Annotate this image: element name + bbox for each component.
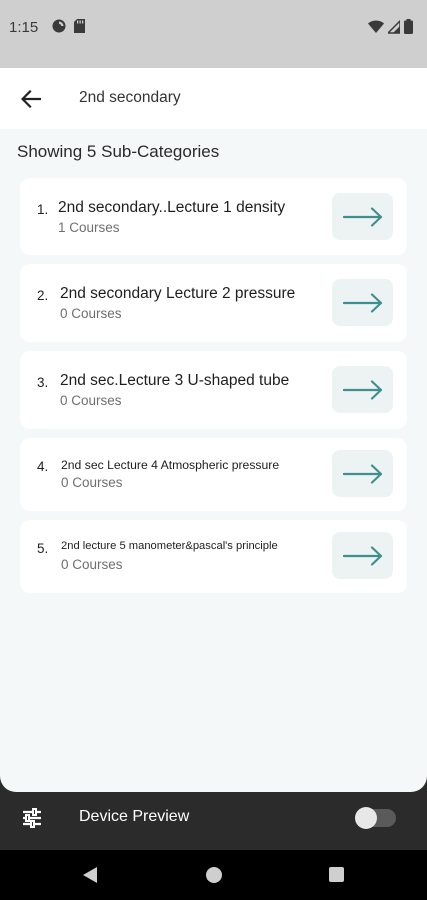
nav-home-icon[interactable] — [206, 867, 222, 883]
nav-recents-icon[interactable] — [329, 867, 344, 882]
list-item[interactable]: 2. 2nd secondary Lecture 2 pressure 0 Co… — [20, 264, 407, 342]
item-number: 3. — [37, 375, 49, 390]
list-item[interactable]: 1. 2nd secondary..Lecture 1 density 1 Co… — [20, 178, 407, 255]
item-title: 2nd sec Lecture 4 Atmospheric pressure — [61, 458, 280, 472]
toggle-knob — [355, 807, 377, 829]
item-number: 4. — [37, 459, 49, 474]
status-bar: 1:15 — [0, 0, 427, 68]
system-nav-bar — [0, 850, 427, 900]
battery-icon — [404, 19, 413, 34]
arrow-forward-icon — [342, 545, 382, 566]
item-number: 1. — [37, 202, 49, 217]
arrow-forward-icon — [342, 292, 382, 313]
wifi-icon — [368, 19, 384, 33]
arrow-forward-icon — [342, 379, 382, 400]
open-item-button[interactable] — [332, 366, 393, 413]
item-title: 2nd secondary Lecture 2 pressure — [60, 285, 296, 302]
device-preview-bar: Device Preview — [0, 792, 427, 844]
item-title: 2nd secondary..Lecture 1 density — [58, 199, 286, 216]
open-item-button[interactable] — [332, 193, 393, 240]
subcategory-count-heading: Showing 5 Sub-Categories — [17, 142, 220, 161]
item-number: 2. — [37, 288, 49, 303]
open-item-button[interactable] — [332, 450, 393, 497]
device-preview-label: Device Preview — [79, 808, 190, 825]
app-screen: 2nd secondary Showing 5 Sub-Categories 1… — [0, 68, 427, 792]
arrow-forward-icon — [342, 206, 382, 227]
item-course-count: 1 Courses — [58, 220, 120, 235]
page-title: 2nd secondary — [79, 89, 181, 106]
arrow-forward-icon — [342, 463, 382, 484]
open-item-button[interactable] — [332, 532, 393, 579]
item-title: 2nd sec.Lecture 3 U-shaped tube — [60, 372, 290, 389]
item-course-count: 0 Courses — [60, 393, 122, 408]
sd-card-icon — [74, 19, 85, 33]
item-course-count: 0 Courses — [61, 557, 123, 572]
list-item[interactable]: 3. 2nd sec.Lecture 3 U-shaped tube 0 Cou… — [20, 351, 407, 429]
open-item-button[interactable] — [332, 279, 393, 326]
device-preview-toggle[interactable] — [355, 807, 396, 829]
back-button[interactable] — [16, 84, 46, 114]
tune-icon[interactable] — [20, 806, 44, 830]
signal-icon — [388, 19, 400, 34]
nav-back-icon[interactable] — [82, 866, 98, 884]
status-time: 1:15 — [9, 19, 39, 36]
item-number: 5. — [37, 541, 49, 556]
arrow-back-icon — [21, 90, 41, 108]
list-item[interactable]: 5. 2nd lecture 5 manometer&pascal's prin… — [20, 520, 407, 593]
item-course-count: 0 Courses — [61, 475, 123, 490]
list-item[interactable]: 4. 2nd sec Lecture 4 Atmospheric pressur… — [20, 438, 407, 511]
item-course-count: 0 Courses — [60, 306, 122, 321]
item-title: 2nd lecture 5 manometer&pascal's princip… — [61, 540, 278, 552]
data-saver-icon — [52, 19, 66, 33]
app-bar: 2nd secondary — [0, 68, 427, 129]
